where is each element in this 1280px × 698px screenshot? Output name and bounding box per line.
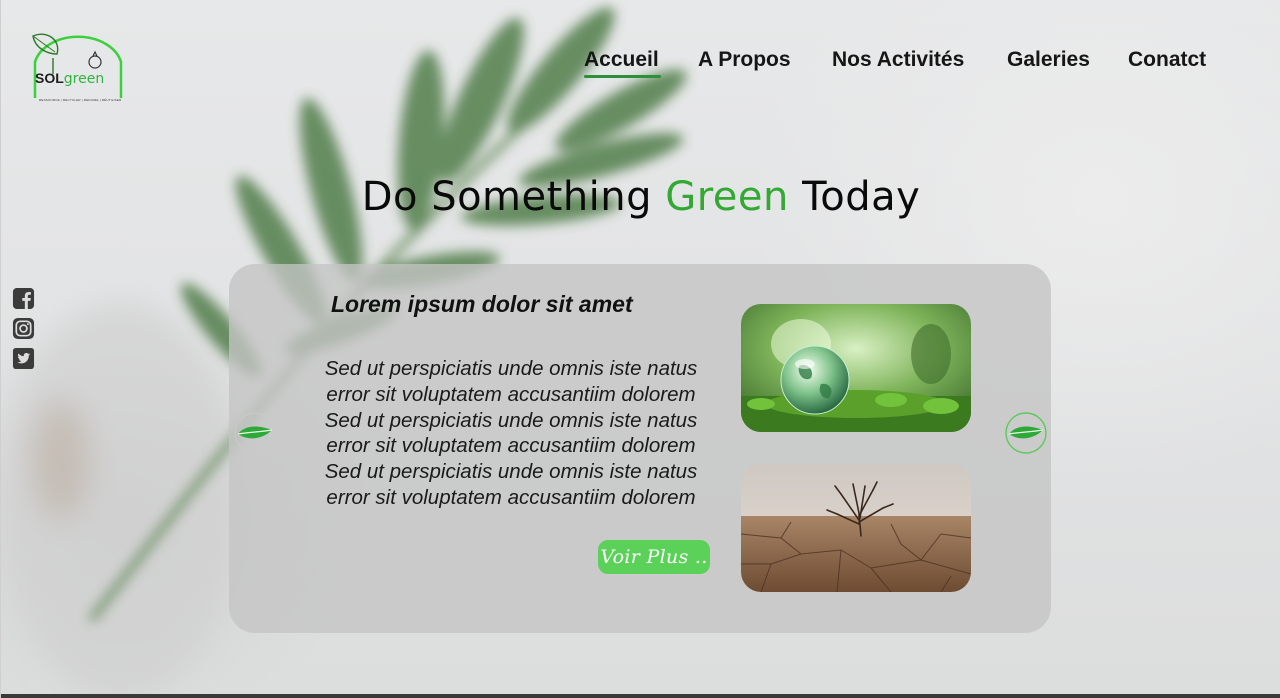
nav-item-nos-activites[interactable]: Nos Activités [832,48,964,72]
voir-plus-button[interactable]: Voir Plus .. [598,540,710,574]
card-heading: Lorem ipsum dolor sit amet [331,291,633,317]
nav-item-galeries[interactable]: Galeries [1007,48,1090,72]
nav-item-contact[interactable]: Conatct [1128,48,1206,72]
leaf-right-arrow-icon [1005,412,1047,454]
page: SOLgreen RESSOURCE | RECYCLER | REDUIRE … [0,0,1280,698]
carousel-next-button[interactable] [1005,412,1047,454]
twitter-icon[interactable] [12,347,35,370]
brand-tagline: RESSOURCE | RECYCLER | REDUIRE | RÉUTILI… [39,98,122,102]
card-body-text: Sed ut perspiciatis unde omnis iste natu… [324,357,698,509]
hero-title-highlight: Green [665,174,789,220]
main-nav: Accueil A Propos Nos Activités Galeries … [1,48,1280,88]
facebook-icon[interactable] [12,287,35,310]
nav-item-accueil[interactable]: Accueil [584,48,661,78]
nav-item-a-propos[interactable]: A Propos [698,48,791,72]
card-image-globe [741,304,971,432]
carousel-prev-button[interactable] [234,412,276,454]
leaf-left-arrow-icon [234,412,276,454]
instagram-icon[interactable] [12,317,35,340]
card-image-drought [741,464,971,592]
hero-title: Do Something Green Today [361,174,921,220]
